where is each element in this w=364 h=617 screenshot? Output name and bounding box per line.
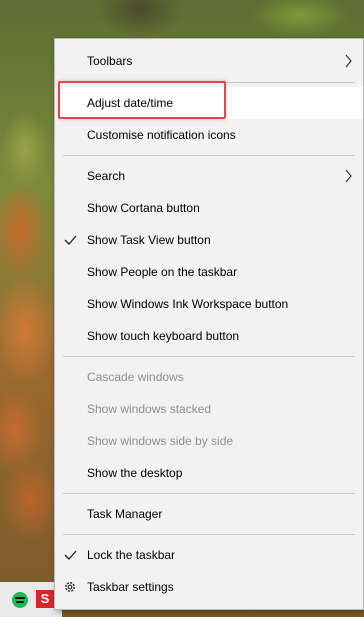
menu-item-label: Adjust date/time xyxy=(87,96,174,110)
menu-item-label: Show Windows Ink Workspace button xyxy=(87,297,289,311)
menu-separator xyxy=(63,356,355,357)
menu-item-cascade-windows: Cascade windows xyxy=(55,361,363,393)
menu-item-label: Lock the taskbar xyxy=(87,548,176,562)
menu-item-show-windows-side-by-side: Show windows side by side xyxy=(55,425,363,457)
menu-item-show-ink-workspace[interactable]: Show Windows Ink Workspace button xyxy=(55,288,363,320)
menu-separator xyxy=(63,82,355,83)
menu-item-show-cortana[interactable]: Show Cortana button xyxy=(55,192,363,224)
menu-separator xyxy=(63,493,355,494)
menu-item-taskbar-settings[interactable]: Taskbar settings xyxy=(55,571,363,603)
menu-item-adjust-datetime[interactable]: Adjust date/time xyxy=(55,87,363,119)
menu-item-label: Toolbars xyxy=(87,54,133,68)
menu-item-show-desktop[interactable]: Show the desktop xyxy=(55,457,363,489)
menu-item-label: Show windows side by side xyxy=(87,434,234,448)
menu-item-label: Show windows stacked xyxy=(87,402,212,416)
menu-item-label: Search xyxy=(87,169,126,183)
menu-item-toolbars[interactable]: Toolbars xyxy=(55,45,363,77)
menu-item-task-manager[interactable]: Task Manager xyxy=(55,498,363,530)
chevron-right-icon xyxy=(345,169,352,183)
checkmark-icon xyxy=(64,550,77,560)
menu-item-label: Show Task View button xyxy=(87,233,211,247)
menu-item-label: Show People on the taskbar xyxy=(87,265,238,279)
spotify-icon[interactable] xyxy=(12,592,28,608)
menu-item-search[interactable]: Search xyxy=(55,160,363,192)
checkmark-icon xyxy=(64,235,77,245)
menu-item-show-people[interactable]: Show People on the taskbar xyxy=(55,256,363,288)
menu-separator xyxy=(63,155,355,156)
menu-item-label: Show touch keyboard button xyxy=(87,329,240,343)
menu-item-show-touch-keyboard[interactable]: Show touch keyboard button xyxy=(55,320,363,352)
gear-icon xyxy=(65,582,75,592)
menu-item-label: Show the desktop xyxy=(87,466,183,480)
menu-item-label: Taskbar settings xyxy=(87,580,174,594)
menu-item-lock-taskbar[interactable]: Lock the taskbar xyxy=(55,539,363,571)
taskbar-context-menu: Toolbars Adjust date/time Customise noti… xyxy=(54,38,364,610)
menu-separator xyxy=(63,534,355,535)
menu-item-label: Cascade windows xyxy=(87,370,184,384)
menu-item-show-task-view[interactable]: Show Task View button xyxy=(55,224,363,256)
menu-item-customise-notification-icons[interactable]: Customise notification icons xyxy=(55,119,363,151)
menu-item-label: Show Cortana button xyxy=(87,201,200,215)
menu-item-show-windows-stacked: Show windows stacked xyxy=(55,393,363,425)
menu-item-label: Customise notification icons xyxy=(87,128,236,142)
chevron-right-icon xyxy=(345,54,352,68)
menu-item-label: Task Manager xyxy=(87,507,163,521)
app-red-s-icon[interactable]: S xyxy=(36,590,54,608)
